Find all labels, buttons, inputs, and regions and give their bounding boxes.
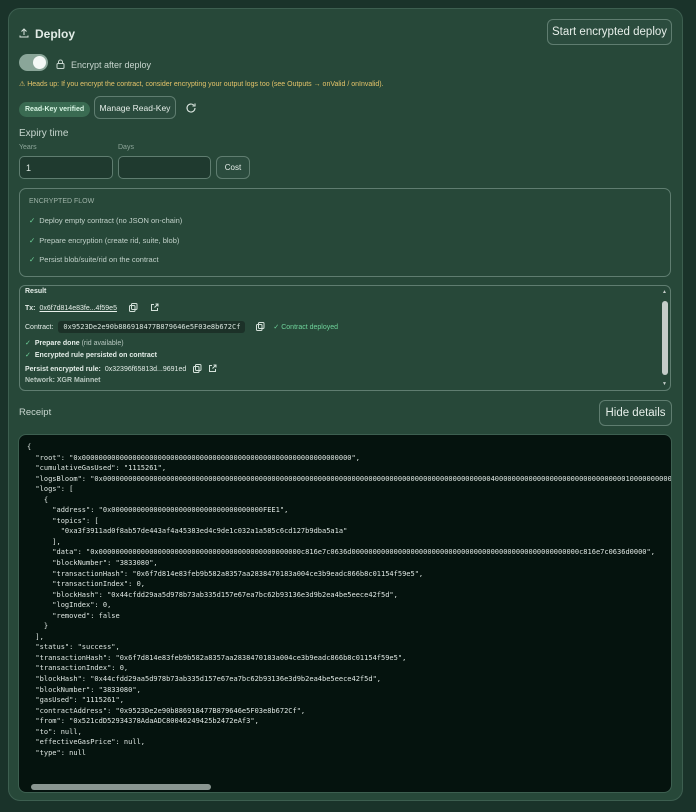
external-link-icon[interactable]	[150, 303, 159, 314]
check-icon: ✓	[25, 352, 31, 359]
persist-hash: 0x32396f65813d...9691ed	[104, 366, 187, 373]
persist-label: Persist encrypted rule:	[25, 366, 101, 373]
read-key-verified-badge: Read-Key verified	[19, 102, 91, 117]
encrypt-toggle[interactable]	[19, 54, 48, 71]
contract-deployed-status: ✓ Contract deployed	[273, 324, 339, 331]
tx-hash-link[interactable]: 0x6f7d814e83fe...4f59e5	[40, 305, 117, 312]
flow-header: ENCRYPTED FLOW	[29, 198, 95, 205]
result-title: Result	[25, 288, 47, 295]
tx-row: Tx: 0x6f7d814e83fe...4f59e5	[25, 303, 159, 314]
refresh-icon[interactable]	[185, 101, 197, 119]
expiry-title: Expiry time	[19, 128, 69, 139]
encrypted-flow-box: ENCRYPTED FLOW ✓ Deploy empty contract (n…	[19, 188, 671, 277]
encrypt-toggle-label: Encrypt after deploy	[71, 60, 152, 70]
flow-step: ✓ Persist blob/suite/rid on the contract	[29, 255, 159, 264]
scroll-up-icon[interactable]: ▲	[662, 289, 667, 295]
manage-read-key-button[interactable]: Manage Read-Key	[94, 96, 176, 119]
result-box: Result Tx: 0x6f7d814e83fe...4f59e5 Contr…	[19, 285, 671, 391]
contract-row: Contract: 0x9523De2e90b886918477B879646e…	[25, 321, 338, 333]
flow-step: ✓ Deploy empty contract (no JSON on-chain…	[29, 216, 183, 225]
check-icon: ✓	[25, 340, 31, 347]
copy-icon[interactable]	[193, 364, 202, 375]
days-label: Days	[118, 144, 134, 151]
years-input[interactable]: 1	[19, 156, 113, 179]
tx-label: Tx:	[25, 305, 36, 312]
receipt-json-viewer[interactable]: { "root": "0x000000000000000000000000000…	[18, 434, 672, 793]
deploy-panel: Deploy Start encrypted deploy Encrypt af…	[8, 8, 683, 801]
toggle-knob	[33, 56, 46, 69]
start-encrypted-deploy-button[interactable]: Start encrypted deploy	[547, 19, 672, 45]
copy-icon[interactable]	[256, 321, 265, 333]
check-icon: ✓	[29, 236, 36, 245]
contract-address: 0x9523De2e90b886918477B879646e5F03e8b672…	[58, 321, 246, 333]
check-icon: ✓	[29, 216, 36, 225]
encryption-warning: ⚠ Heads up: If you encrypt the contract,…	[19, 81, 384, 88]
years-label: Years	[19, 144, 37, 151]
flow-step: ✓ Prepare encryption (create rid, suite, …	[29, 236, 180, 245]
receipt-json-text: { "root": "0x000000000000000000000000000…	[27, 443, 672, 757]
copy-icon[interactable]	[128, 303, 138, 314]
network-label: Network: XGR Mainnet	[25, 377, 101, 384]
lock-icon	[56, 56, 65, 74]
cost-button[interactable]: Cost	[216, 156, 250, 179]
panel-title: Deploy	[19, 27, 75, 41]
persisted-row: ✓ Encrypted rule persisted on contract	[25, 352, 158, 359]
receipt-scroll-thumb[interactable]	[31, 784, 211, 790]
check-icon: ✓	[29, 255, 36, 264]
result-scrollbar[interactable]: ▲ ▼	[662, 289, 668, 387]
days-input[interactable]	[118, 156, 211, 179]
hide-details-button[interactable]: Hide details	[599, 400, 672, 426]
upload-icon	[19, 27, 29, 41]
panel-title-text: Deploy	[35, 27, 76, 41]
contract-label: Contract:	[25, 323, 54, 331]
external-link-icon[interactable]	[208, 364, 217, 375]
prepare-done-row: ✓ Prepare done (rid available)	[25, 340, 124, 347]
scroll-down-icon[interactable]: ▼	[662, 381, 667, 387]
receipt-label: Receipt	[19, 407, 52, 418]
encrypt-toggle-label-group: Encrypt after deploy	[56, 56, 151, 74]
result-scroll-thumb[interactable]	[662, 301, 668, 375]
receipt-horizontal-scrollbar[interactable]	[31, 784, 661, 790]
persist-row: Persist encrypted rule: 0x32396f65813d..…	[25, 364, 217, 375]
